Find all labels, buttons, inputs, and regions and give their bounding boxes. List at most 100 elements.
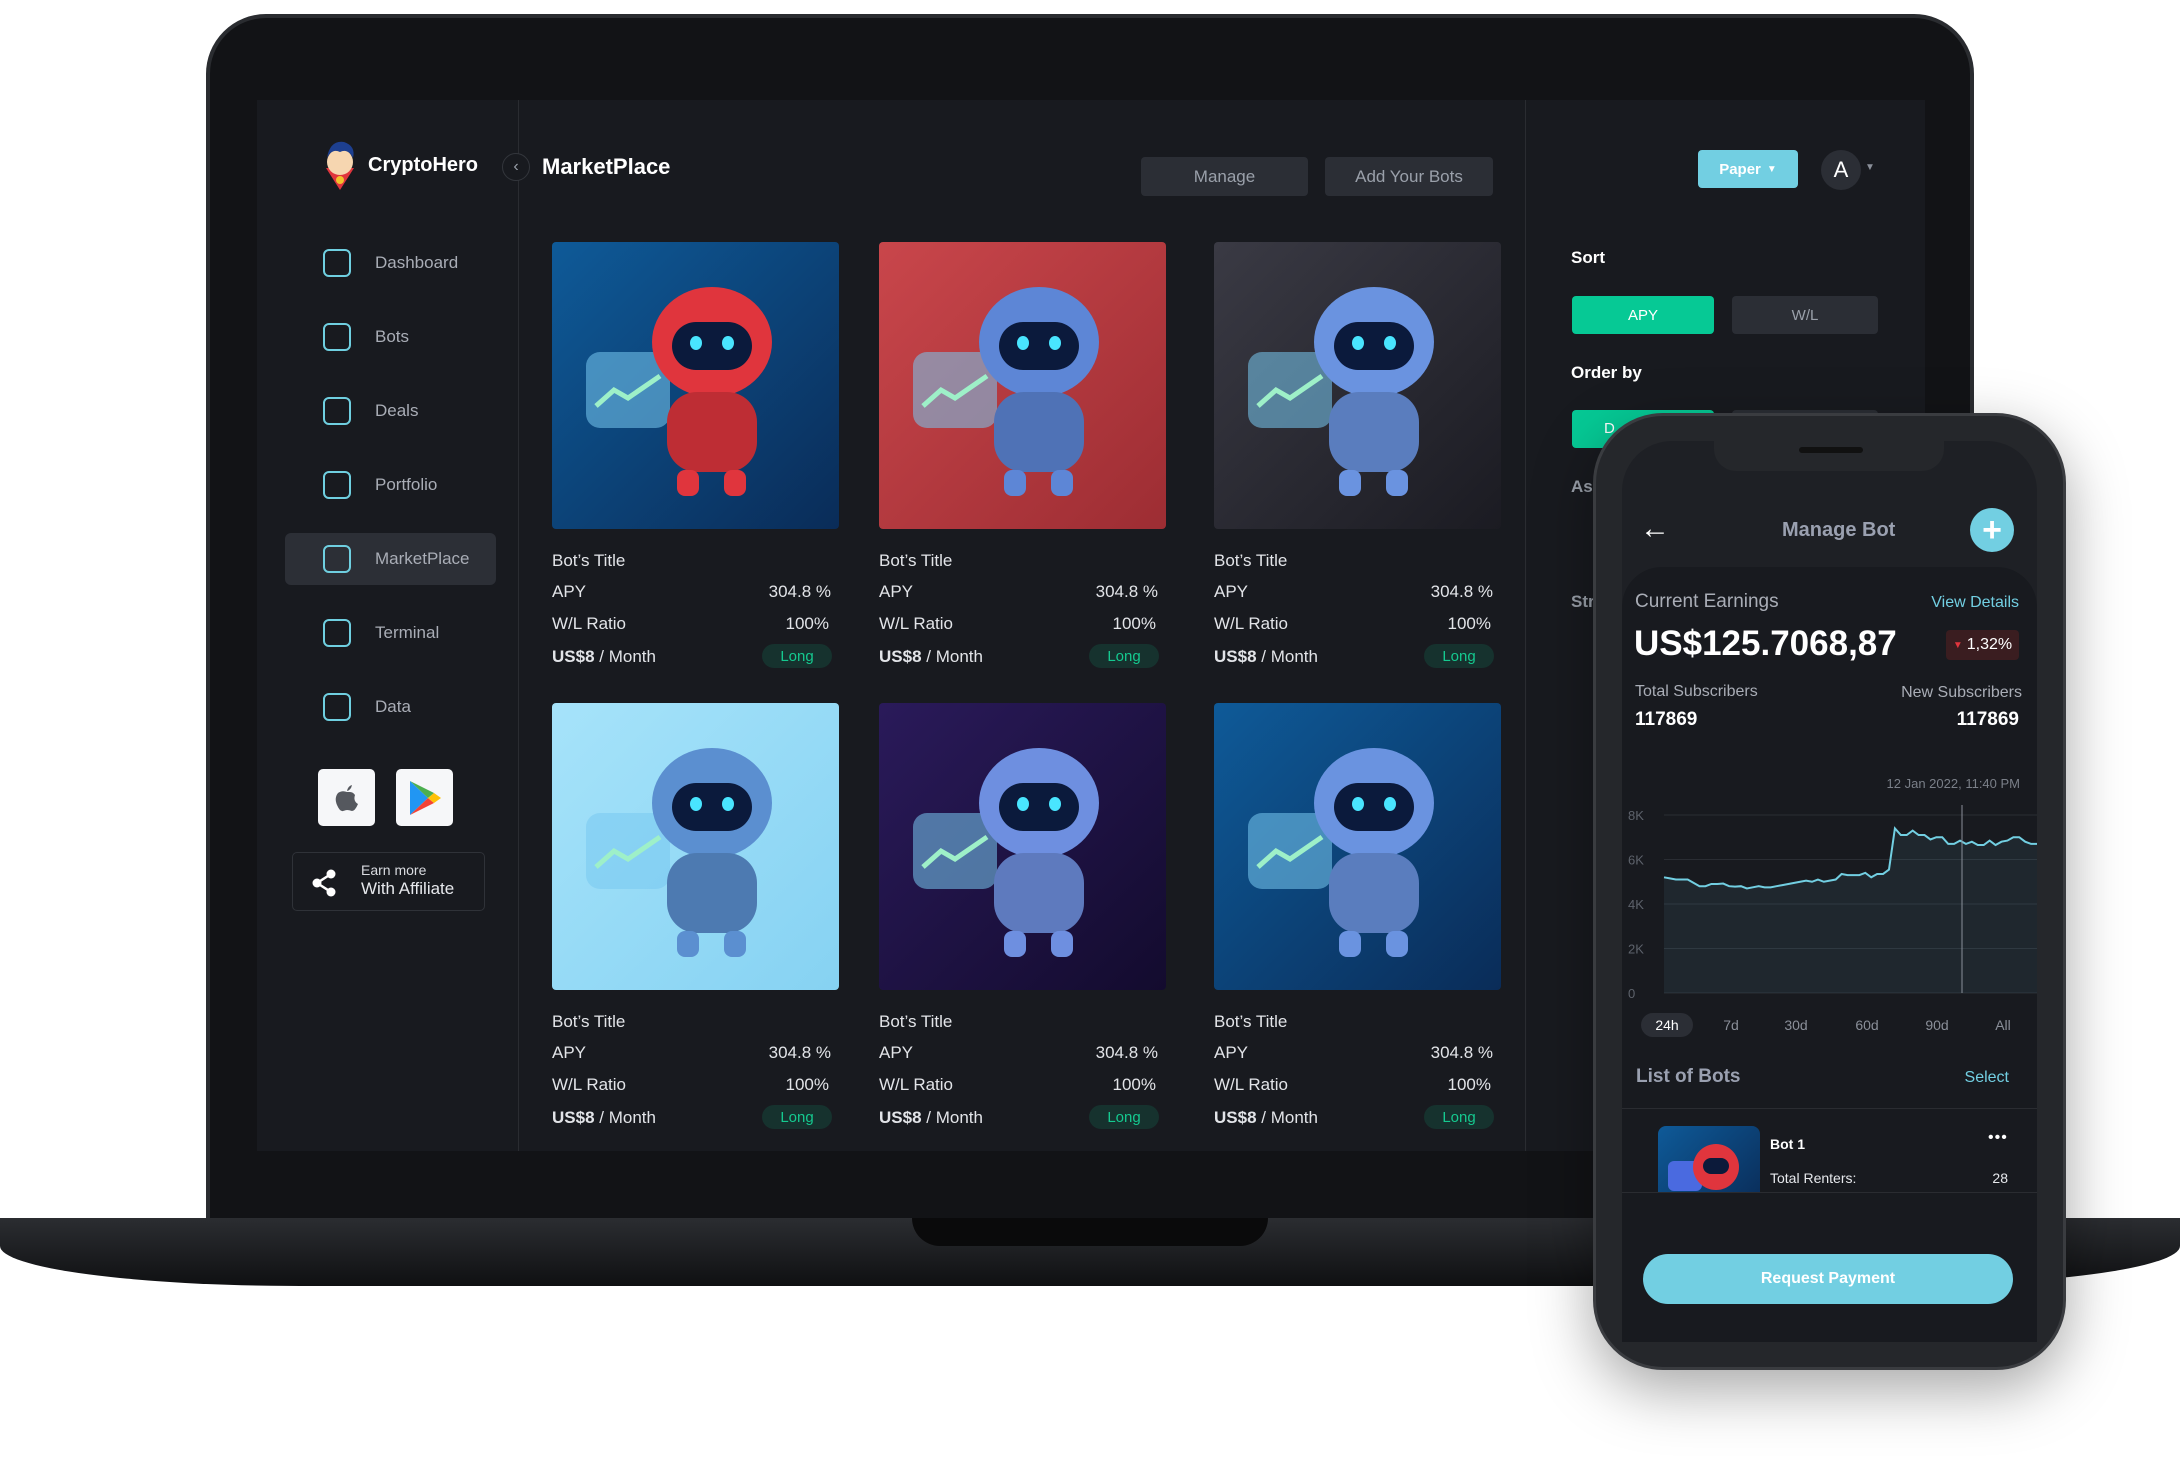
bot-name: Bot 1 <box>1770 1136 1805 1152</box>
down-triangle-icon: ▼ <box>1952 639 1963 651</box>
share-icon <box>312 869 336 897</box>
timeframe-7d[interactable]: 7d <box>1705 1013 1757 1037</box>
back-arrow-icon[interactable]: ← <box>1640 512 1670 546</box>
apy-label: APY <box>552 582 587 601</box>
timeframe-60d[interactable]: 60d <box>1841 1013 1893 1037</box>
apy-label: APY <box>879 582 914 601</box>
y-tick-label: 6K <box>1628 853 1644 868</box>
wl-value: 100% <box>1447 1075 1491 1094</box>
change-badge: ▼ 1,32% <box>1946 630 2019 660</box>
timeframe-30d[interactable]: 30d <box>1770 1013 1822 1037</box>
sidebar-item-label: Deals <box>375 401 419 420</box>
timeframe-All[interactable]: All <box>1977 1013 2029 1037</box>
deals-icon <box>323 397 351 425</box>
price-unit: / Month <box>599 1108 656 1127</box>
add-bot-plus-button[interactable]: + <box>1970 508 2014 552</box>
collapse-sidebar-button[interactable]: ‹ <box>502 153 530 181</box>
affiliate-button[interactable]: Earn more With Affiliate <box>292 852 485 911</box>
price-unit: / Month <box>926 1108 983 1127</box>
select-link[interactable]: Select <box>1940 1069 2009 1087</box>
sidebar-item-data[interactable]: Data <box>285 681 496 733</box>
wl-value: 100% <box>1112 614 1156 633</box>
list-of-bots-title: List of Bots <box>1636 1066 1741 1087</box>
new-subscribers-label: New Subscribers <box>1901 684 2022 701</box>
earnings-chart: 0 2K 4K 6K 8K <box>1628 805 2037 1001</box>
app-store-button[interactable] <box>318 769 375 826</box>
wl-value: 100% <box>785 614 829 633</box>
account-mode-label: Paper <box>1719 160 1761 178</box>
data-layers-icon <box>323 693 351 721</box>
strategy-tag: Long <box>1424 644 1494 668</box>
bot-card-image[interactable] <box>1214 242 1501 529</box>
bot-card-image[interactable] <box>552 703 839 990</box>
chart-tooltip-date: 12 Jan 2022, 11:40 PM <box>1886 776 2020 791</box>
avatar[interactable]: A <box>1821 150 1861 190</box>
plus-icon: + <box>1982 511 2002 549</box>
bot-title: Bot’s Title <box>1214 1012 1288 1031</box>
apy-value: 304.8 % <box>768 1043 831 1062</box>
price-value: US$8 <box>1214 1108 1257 1127</box>
apy-label: APY <box>1214 582 1249 601</box>
portfolio-icon <box>323 471 351 499</box>
price-unit: / Month <box>1261 647 1318 666</box>
strategy-tag: Long <box>762 1105 832 1129</box>
logo-icon <box>320 138 360 190</box>
manage-button[interactable]: Manage <box>1141 157 1308 196</box>
affiliate-line1: Earn more <box>361 862 427 878</box>
sort-wl-button[interactable]: W/L <box>1732 296 1878 334</box>
request-payment-button[interactable]: Request Payment <box>1643 1254 2013 1304</box>
sidebar-item-dashboard[interactable]: Dashboard <box>285 237 496 289</box>
phone-notch <box>1714 441 1944 471</box>
timeframe-24h[interactable]: 24h <box>1641 1013 1693 1037</box>
avatar-caret-icon[interactable]: ▼ <box>1865 162 1875 173</box>
strategy-tag: Long <box>1089 644 1159 668</box>
account-mode-dropdown[interactable]: Paper ▼ <box>1698 150 1798 188</box>
bot-card-image[interactable] <box>552 242 839 529</box>
sidebar-item-label: Terminal <box>375 623 440 642</box>
apy-label: APY <box>1214 1043 1249 1062</box>
y-tick-label: 2K <box>1628 942 1644 957</box>
caret-down-icon: ▼ <box>1766 163 1777 175</box>
bot-title: Bot’s Title <box>1214 551 1288 570</box>
sidebar-item-marketplace[interactable]: MarketPlace <box>285 533 496 585</box>
sidebar-item-portfolio[interactable]: Portfolio <box>285 459 496 511</box>
bot-card-image[interactable] <box>879 703 1166 990</box>
wl-label: W/L Ratio <box>1214 614 1289 633</box>
bot-list-item[interactable]: Bot 1 ••• Total Renters: 28 <box>1622 1109 2037 1193</box>
y-tick-label: 4K <box>1628 897 1644 912</box>
google-play-button[interactable] <box>396 769 453 826</box>
bot-card-image[interactable] <box>1214 703 1501 990</box>
timeframe-90d[interactable]: 90d <box>1911 1013 1963 1037</box>
sidebar-item-terminal[interactable]: Terminal <box>285 607 496 659</box>
sort-apy-button[interactable]: APY <box>1572 296 1714 334</box>
sidebar-item-label: Bots <box>375 327 410 346</box>
price-value: US$8 <box>879 1108 922 1127</box>
order-by-label: Order by <box>1571 363 1642 382</box>
google-play-icon <box>409 780 441 815</box>
strategy-tag: Long <box>1089 1105 1159 1129</box>
add-your-bots-button[interactable]: Add Your Bots <box>1325 157 1493 196</box>
sidebar-item-bots[interactable]: Bots <box>285 311 496 363</box>
more-options-icon[interactable]: ••• <box>1988 1129 2008 1147</box>
sidebar-item-label: MarketPlace <box>375 549 470 568</box>
new-subscribers-value: 117869 <box>1956 709 2019 730</box>
sidebar-item-label: Data <box>375 697 411 716</box>
dashboard-icon <box>323 249 351 277</box>
wl-value: 100% <box>785 1075 829 1094</box>
marketplace-icon <box>323 545 351 573</box>
sidebar-item-deals[interactable]: Deals <box>285 385 496 437</box>
wl-label: W/L Ratio <box>552 1075 627 1094</box>
y-tick-label: 8K <box>1628 808 1644 823</box>
apy-value: 304.8 % <box>1095 1043 1158 1062</box>
wl-label: W/L Ratio <box>879 1075 954 1094</box>
affiliate-line2: With Affiliate <box>361 879 455 898</box>
price-unit: / Month <box>599 647 656 666</box>
page-title: MarketPlace <box>542 154 671 179</box>
bot-card-image[interactable] <box>879 242 1166 529</box>
bot-title: Bot’s Title <box>552 551 626 570</box>
view-details-link[interactable]: View Details <box>1927 594 2019 612</box>
price-unit: / Month <box>926 647 983 666</box>
total-subscribers-label: Total Subscribers <box>1635 683 1758 700</box>
bot-title: Bot’s Title <box>879 1012 953 1031</box>
bot-icon <box>323 323 351 351</box>
